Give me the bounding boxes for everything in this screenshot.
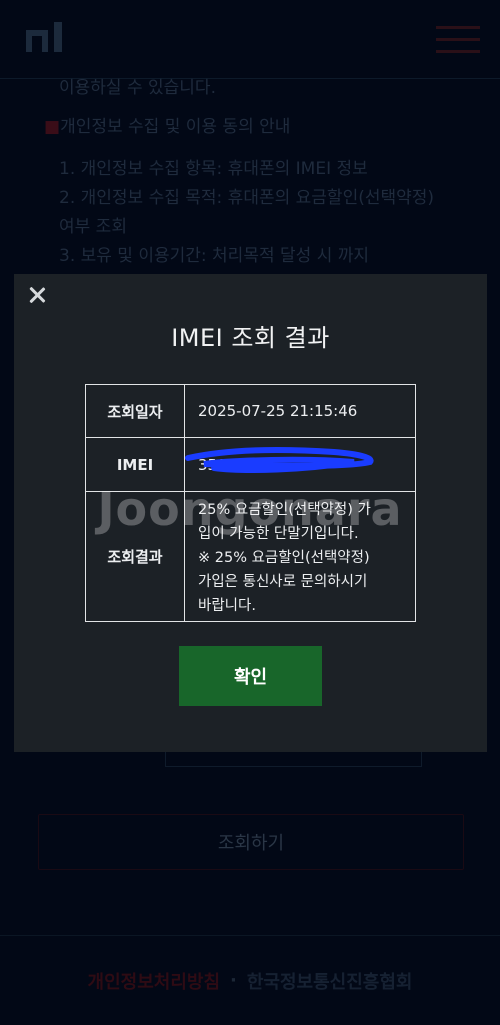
footer: 개인정보처리방침 · 한국정보통신진흥협회 [0, 935, 500, 1025]
imei-value: 350 [185, 446, 374, 474]
result-line: 입이 가능한 단말기입니다. [198, 525, 359, 542]
privacy-policy-link[interactable]: 개인정보처리방침 [88, 968, 220, 994]
imei-label: IMEI [85, 437, 185, 492]
consent-heading-label: 개인정보 수집 및 이용 동의 안내 [60, 117, 291, 137]
result-line: ※ 25% 요금할인(선택약정) [198, 549, 370, 566]
bullet-icon: ■ [44, 117, 61, 137]
result-line: 25% 요금할인(선택약정) 가 [198, 501, 371, 518]
result-line: 가입은 통신사로 문의하시기 [198, 573, 368, 590]
logo-icon[interactable] [26, 22, 66, 52]
consent-line: 이용하실 수 있습니다. [59, 78, 216, 98]
close-icon[interactable] [28, 286, 46, 304]
kait-link[interactable]: 한국정보통신진흥협회 [247, 968, 413, 994]
footer-separator: · [230, 970, 237, 991]
date-label: 조회일자 [85, 384, 185, 438]
consent-line: 2. 개인정보 수집 목적: 휴대폰의 요금할인(선택약정) [59, 188, 435, 208]
modal-title: IMEI 조회 결과 [171, 324, 330, 352]
confirm-button[interactable]: 확인 [179, 646, 322, 706]
result-line: 바랍니다. [198, 597, 256, 614]
table-row: 조회결과 25% 요금할인(선택약정) 가 입이 가능한 단말기입니다. ※ 2… [85, 491, 416, 622]
table-row: IMEI 350 [85, 437, 416, 492]
imei-result-modal: IMEI 조회 결과 조회일자 2025-07-25 21:15:46 IMEI… [14, 274, 487, 752]
hamburger-menu-icon[interactable] [436, 26, 480, 54]
submit-button[interactable]: 조회하기 [38, 814, 464, 870]
consent-heading: ■개인정보 수집 및 이용 동의 안내 [44, 113, 290, 142]
result-table: 조회일자 2025-07-25 21:15:46 IMEI 350 조회결과 2… [85, 384, 416, 622]
date-value: 2025-07-25 21:15:46 [184, 384, 416, 438]
redaction-scribble [185, 446, 374, 473]
imei-value-cell: 350 [184, 437, 416, 492]
result-label: 조회결과 [85, 491, 185, 622]
table-row: 조회일자 2025-07-25 21:15:46 [85, 384, 416, 438]
result-value: 25% 요금할인(선택약정) 가 입이 가능한 단말기입니다. ※ 25% 요금… [184, 491, 416, 622]
app-header [0, 0, 500, 79]
consent-line: 1. 개인정보 수집 항목: 휴대폰의 IMEI 정보 [59, 159, 368, 179]
consent-line: 여부 조회 [59, 217, 127, 237]
consent-line: 3. 보유 및 이용기간: 처리목적 달성 시 까지 [59, 246, 370, 266]
